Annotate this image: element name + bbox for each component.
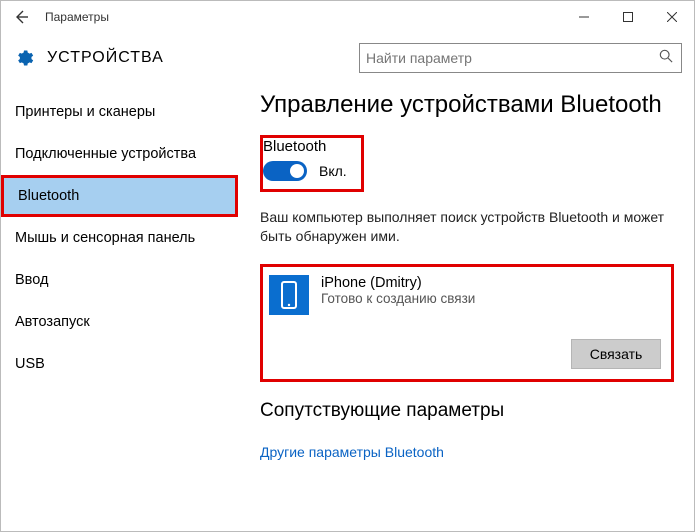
related-heading: Сопутствующие параметры bbox=[260, 400, 674, 422]
sidebar-item-usb[interactable]: USB bbox=[1, 343, 238, 385]
window-title: Параметры bbox=[41, 10, 562, 24]
bluetooth-description: Ваш компьютер выполняет поиск устройств … bbox=[260, 208, 674, 246]
phone-icon bbox=[269, 275, 309, 315]
close-button[interactable] bbox=[650, 1, 694, 33]
sidebar-item-autoplay[interactable]: Автозапуск bbox=[1, 301, 238, 343]
minimize-button[interactable] bbox=[562, 1, 606, 33]
device-status: Готово к созданию связи bbox=[321, 291, 475, 306]
bluetooth-state: Вкл. bbox=[319, 163, 347, 179]
bluetooth-toggle[interactable] bbox=[263, 161, 307, 181]
category-title: УСТРОЙСТВА bbox=[47, 49, 347, 67]
back-button[interactable] bbox=[1, 9, 41, 25]
sidebar-item-mouse-touchpad[interactable]: Мышь и сенсорная панель bbox=[1, 217, 238, 259]
sidebar: Принтеры и сканеры Подключенные устройст… bbox=[1, 83, 238, 531]
gear-icon bbox=[13, 47, 35, 69]
search-input[interactable] bbox=[359, 43, 682, 73]
sidebar-item-bluetooth[interactable]: Bluetooth bbox=[1, 175, 238, 217]
sidebar-item-input[interactable]: Ввод bbox=[1, 259, 238, 301]
search-icon bbox=[659, 49, 675, 68]
search-field[interactable] bbox=[366, 50, 659, 66]
page-title: Управление устройствами Bluetooth bbox=[260, 91, 674, 119]
maximize-button[interactable] bbox=[606, 1, 650, 33]
pair-button[interactable]: Связать bbox=[571, 339, 661, 369]
bluetooth-label: Bluetooth bbox=[263, 138, 347, 155]
sidebar-item-connected-devices[interactable]: Подключенные устройства bbox=[1, 133, 238, 175]
device-entry[interactable]: iPhone (Dmitry) Готово к созданию связи … bbox=[260, 264, 674, 382]
sidebar-item-printers[interactable]: Принтеры и сканеры bbox=[1, 91, 238, 133]
device-name: iPhone (Dmitry) bbox=[321, 275, 475, 291]
other-bluetooth-settings-link[interactable]: Другие параметры Bluetooth bbox=[260, 444, 444, 460]
